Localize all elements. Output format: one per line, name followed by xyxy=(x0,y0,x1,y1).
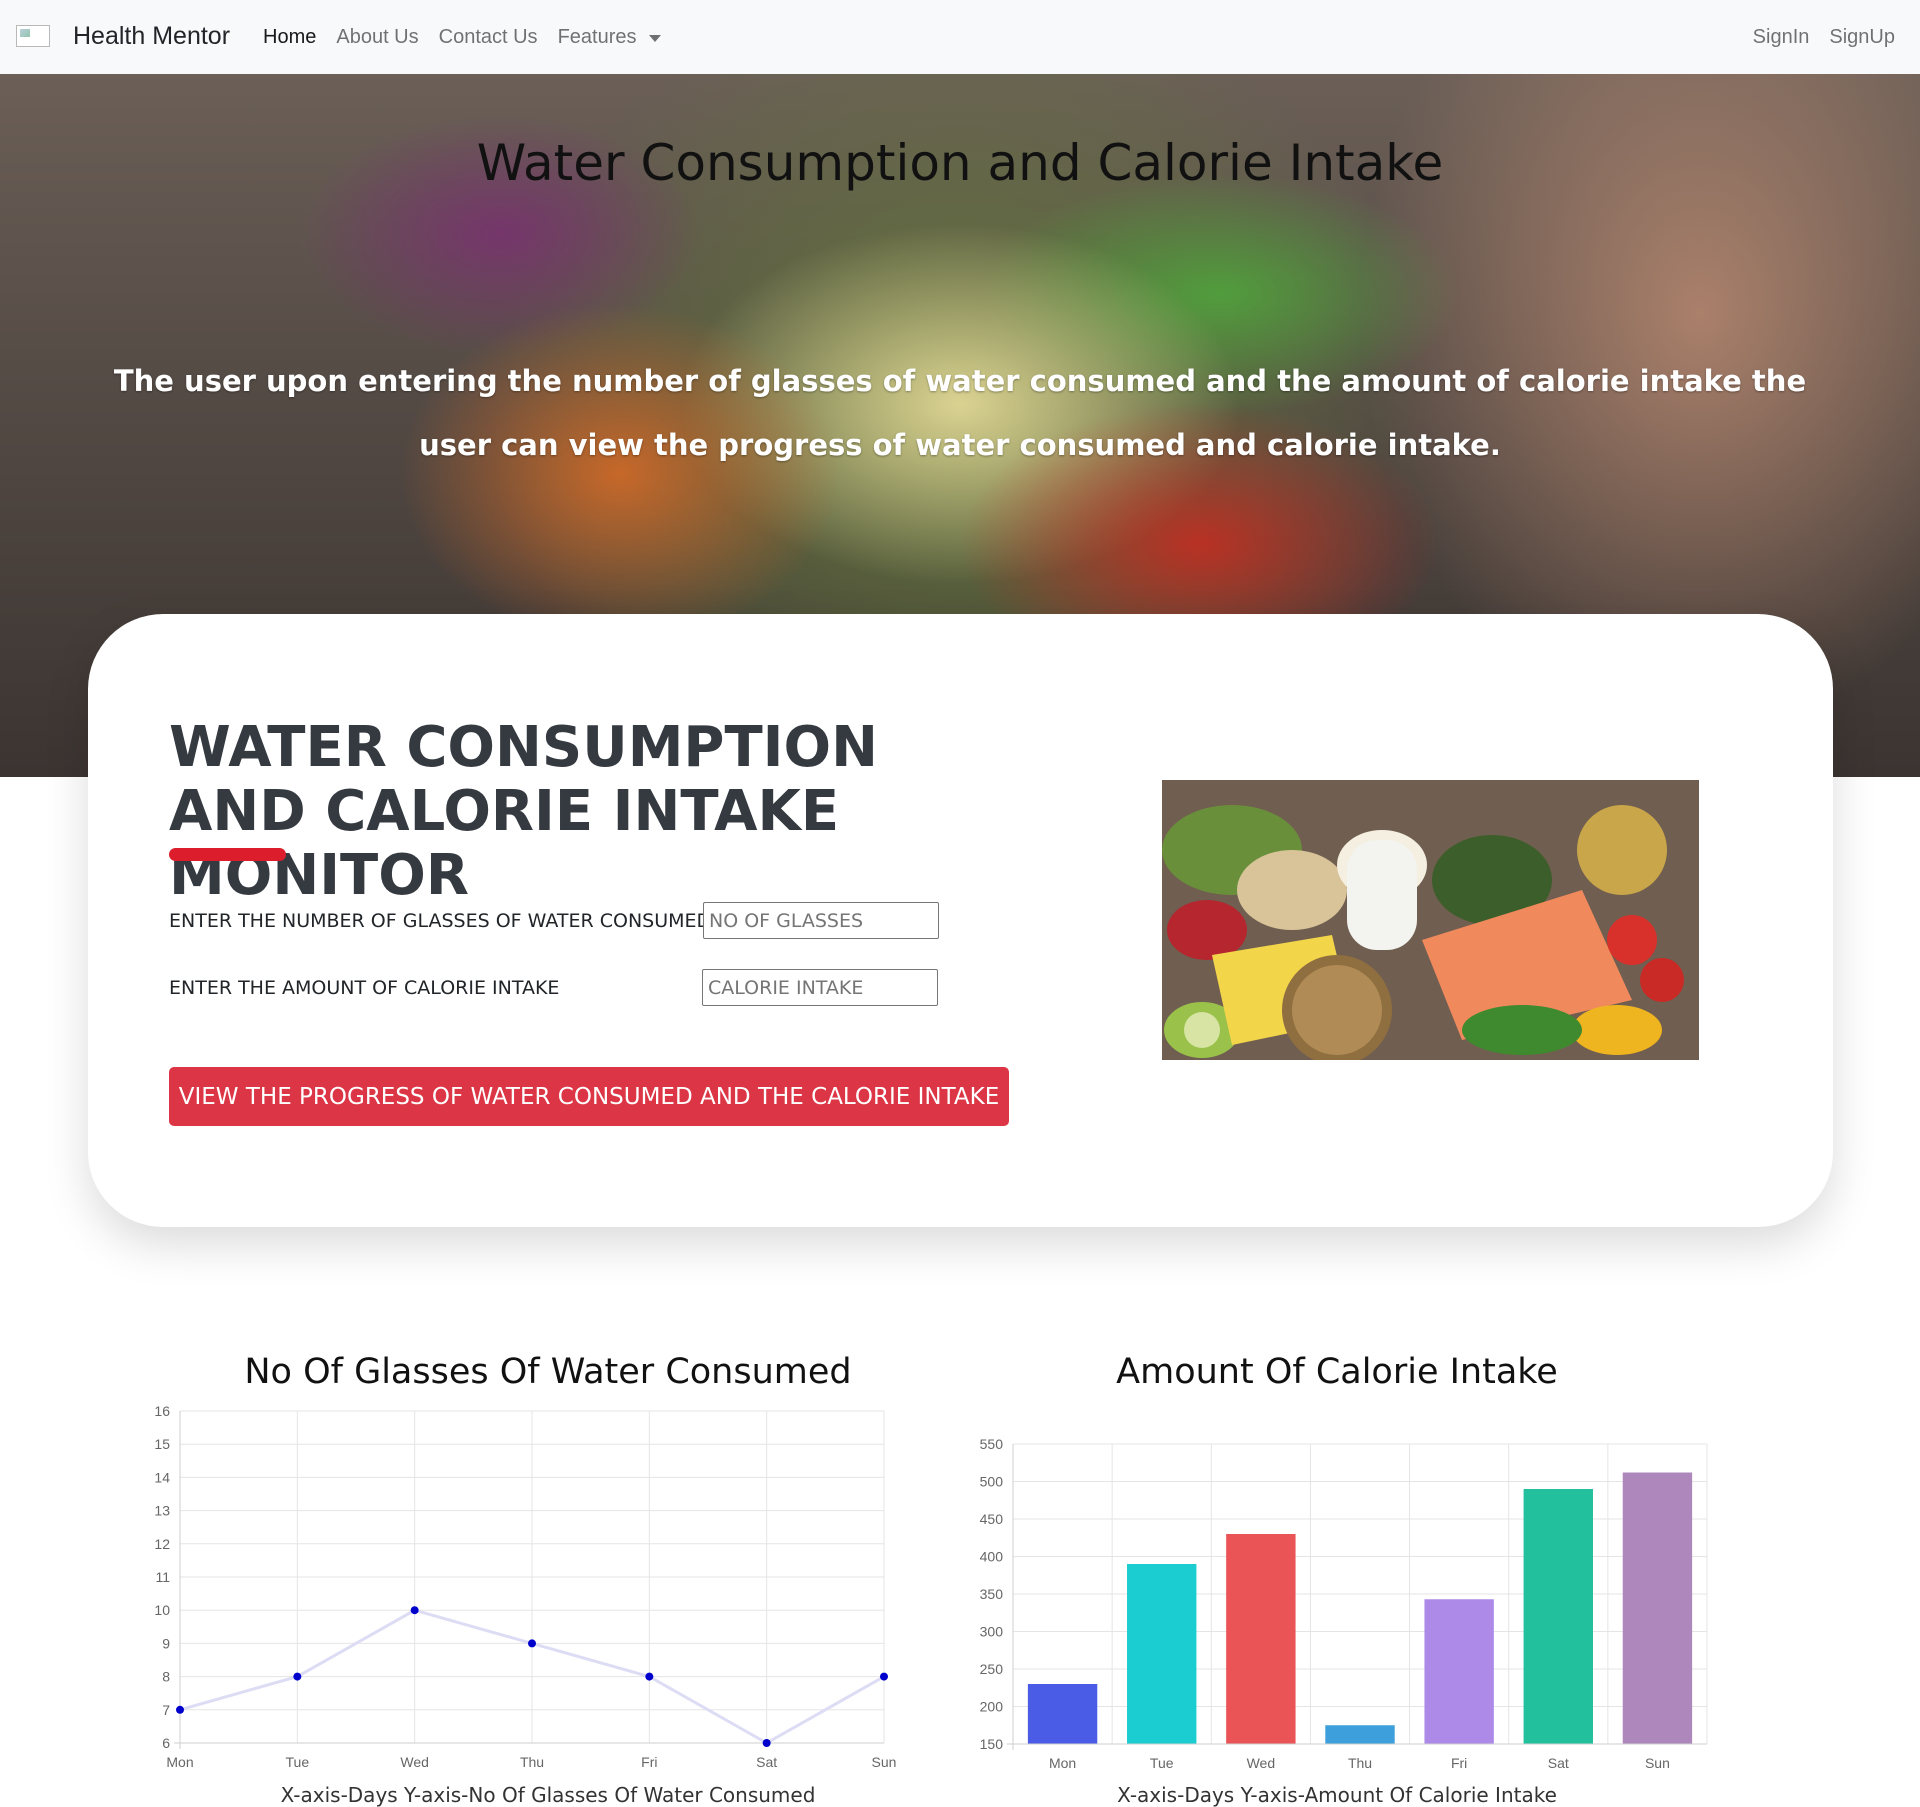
y-tick-label: 150 xyxy=(980,1736,1004,1752)
calorie-chart-title: Amount Of Calorie Intake xyxy=(1116,1352,1558,1392)
calorie-label: ENTER THE AMOUNT OF CALORIE INTAKE xyxy=(169,977,560,999)
food-illustration xyxy=(1162,780,1699,1060)
x-tick-label: Fri xyxy=(641,1754,657,1770)
hero-title: Water Consumption and Calorie Intake xyxy=(476,134,1444,192)
x-tick-label: Fri xyxy=(1451,1755,1467,1771)
nav-contact-us[interactable]: Contact Us xyxy=(439,26,538,49)
y-tick-label: 9 xyxy=(162,1635,170,1651)
nav-auth: SignIn SignUp xyxy=(1753,26,1895,49)
brand-logo-image[interactable] xyxy=(16,25,50,47)
x-tick-label: Sat xyxy=(1548,1755,1569,1771)
y-tick-label: 15 xyxy=(154,1436,170,1452)
y-tick-label: 550 xyxy=(980,1436,1004,1452)
y-tick-label: 10 xyxy=(154,1602,170,1618)
calorie-bar xyxy=(1325,1725,1395,1744)
data-point xyxy=(293,1672,302,1681)
data-point xyxy=(880,1672,888,1681)
nav-home[interactable]: Home xyxy=(263,26,316,49)
x-tick-label: Wed xyxy=(1247,1755,1276,1771)
y-tick-label: 13 xyxy=(154,1503,170,1519)
water-glasses-input[interactable] xyxy=(703,902,939,939)
y-tick-label: 450 xyxy=(980,1511,1004,1527)
nav-features-dropdown[interactable]: Features xyxy=(558,26,661,49)
x-tick-label: Tue xyxy=(1150,1755,1174,1771)
title-underline xyxy=(169,848,286,861)
y-tick-label: 8 xyxy=(162,1669,170,1685)
x-tick-label: Sat xyxy=(756,1754,777,1770)
nav-features[interactable]: Features xyxy=(558,26,637,48)
x-tick-label: Thu xyxy=(520,1754,544,1770)
x-tick-label: Tue xyxy=(286,1754,310,1770)
y-tick-label: 350 xyxy=(980,1586,1004,1602)
y-tick-label: 250 xyxy=(980,1661,1004,1677)
x-tick-label: Sun xyxy=(1645,1755,1670,1771)
monitor-title: WATER CONSUMPTION AND CALORIE INTAKE MON… xyxy=(169,715,878,908)
x-tick-label: Thu xyxy=(1348,1755,1372,1771)
data-point xyxy=(176,1705,184,1714)
nav-links: Home About Us Contact Us Features xyxy=(263,26,661,49)
chevron-down-icon xyxy=(648,35,661,43)
x-tick-label: Mon xyxy=(166,1754,193,1770)
calorie-bar xyxy=(1523,1489,1593,1744)
signin-link[interactable]: SignIn xyxy=(1753,26,1810,49)
water-label: ENTER THE NUMBER OF GLASSES OF WATER CON… xyxy=(169,910,712,932)
brand-name[interactable]: Health Mentor xyxy=(73,22,230,51)
nav-about-us[interactable]: About Us xyxy=(336,26,418,49)
view-progress-button[interactable]: VIEW THE PROGRESS OF WATER CONSUMED AND … xyxy=(169,1067,1009,1126)
y-tick-label: 11 xyxy=(155,1569,170,1585)
calorie-chart-caption: X-axis-Days Y-axis-Amount Of Calorie Int… xyxy=(1117,1783,1557,1807)
hero-description: The user upon entering the number of gla… xyxy=(113,364,1807,462)
data-point xyxy=(410,1606,419,1615)
calorie-bar xyxy=(1027,1684,1098,1744)
x-tick-label: Sun xyxy=(872,1754,897,1770)
x-tick-label: Mon xyxy=(1049,1755,1076,1771)
y-tick-label: 7 xyxy=(162,1702,170,1718)
x-tick-label: Wed xyxy=(400,1754,429,1770)
water-line-chart: 6 7 8 9 10 11 12 13 14 15 16 Mon Tue Wed Thu Fri Sat Sun xyxy=(154,1403,897,1770)
y-tick-label: 12 xyxy=(154,1536,170,1552)
y-tick-label: 14 xyxy=(154,1469,170,1485)
calorie-bar xyxy=(1622,1472,1693,1744)
calorie-bar xyxy=(1424,1599,1494,1744)
calorie-intake-input[interactable] xyxy=(702,969,938,1006)
data-point xyxy=(762,1739,771,1747)
water-chart-title: No Of Glasses Of Water Consumed xyxy=(244,1352,852,1392)
signup-link[interactable]: SignUp xyxy=(1829,26,1895,49)
navbar: Health Mentor Home About Us Contact Us F… xyxy=(0,0,1920,74)
y-tick-label: 400 xyxy=(980,1549,1004,1565)
calorie-bar-chart: 150 200 250 300 350 400 450 500 550 Mon Tue Wed Thu F… xyxy=(980,1436,1708,1771)
y-tick-label: 500 xyxy=(980,1474,1004,1490)
water-chart-caption: X-axis-Days Y-axis-No Of Glasses Of Wate… xyxy=(280,1783,816,1807)
y-tick-label: 300 xyxy=(980,1624,1004,1640)
y-tick-label: 200 xyxy=(980,1699,1004,1715)
monitor-card: WATER CONSUMPTION AND CALORIE INTAKE MON… xyxy=(88,614,1833,1227)
y-tick-label: 16 xyxy=(154,1403,170,1419)
healthy-food-image xyxy=(1162,780,1699,1060)
data-point xyxy=(528,1639,536,1648)
calorie-bar xyxy=(1226,1534,1296,1744)
calorie-bar xyxy=(1127,1564,1197,1744)
data-point xyxy=(645,1672,654,1681)
y-tick-label: 6 xyxy=(162,1735,170,1751)
